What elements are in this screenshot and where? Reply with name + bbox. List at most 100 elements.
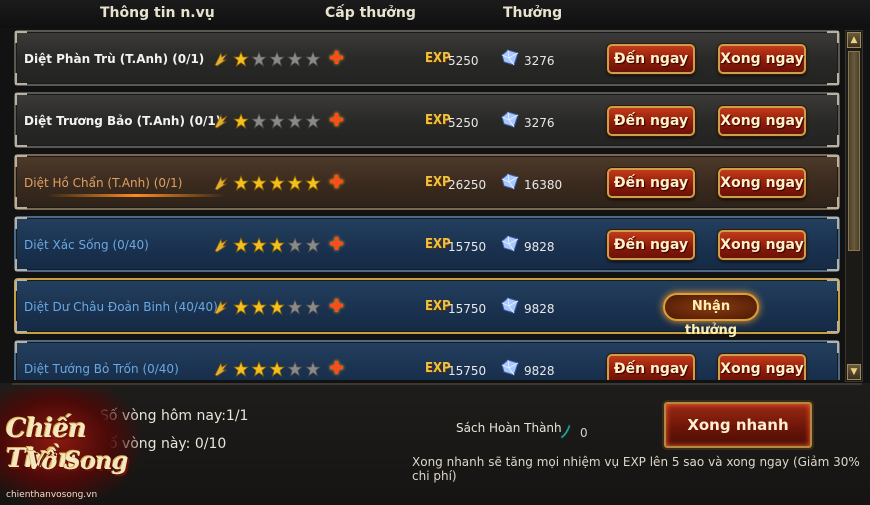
gray-star-icon	[251, 113, 267, 129]
crystal-icon	[501, 235, 519, 252]
wing-icon	[214, 361, 228, 377]
quick-finish-button[interactable]: Xong nhanh	[664, 402, 812, 448]
crystal-icon	[501, 49, 519, 66]
quest-list: Diệt Phàn Trù (T.Anh) (0/1) ✚ EXP 5250 3…	[12, 28, 844, 380]
crystal-icon	[501, 297, 519, 314]
exp-value: 15750	[448, 302, 487, 316]
quest-row: Diệt Trương Bảo (T.Anh) (0/1) ✚ EXP 5250…	[14, 92, 840, 148]
scroll-down-icon[interactable]: ▼	[847, 364, 861, 380]
quest-name: Diệt Hồ Chẩn (T.Anh) (0/1)	[24, 176, 183, 190]
gold-star-icon	[251, 175, 267, 191]
claim-reward-button[interactable]: Nhận thưởng	[663, 293, 759, 338]
header-reward-level: Cấp thưởng	[325, 5, 416, 21]
exp-value: 26250	[448, 178, 487, 192]
exp-value: 5250	[448, 54, 479, 68]
gold-star-icon	[251, 361, 267, 377]
wing-icon	[214, 299, 228, 315]
crystal-icon	[501, 111, 519, 128]
finish-now-button[interactable]: Xong ngay	[718, 230, 806, 260]
gold-star-icon	[233, 51, 249, 67]
table-header: Thông tin n.vụ Cấp thưởng Thưởng	[0, 0, 870, 28]
scroll-thumb[interactable]	[848, 51, 860, 251]
star-rating	[233, 361, 321, 377]
gold-star-icon	[233, 175, 249, 191]
finish-now-button[interactable]: Xong ngay	[718, 168, 806, 198]
gold-star-icon	[251, 237, 267, 253]
quest-row: Diệt Tướng Bỏ Trốn (0/40) ✚ EXP 15750 98…	[14, 340, 840, 380]
finish-now-button[interactable]: Xong ngay	[718, 354, 806, 380]
quest-name: Diệt Xác Sống (0/40)	[24, 238, 149, 252]
wing-icon	[214, 51, 228, 67]
logo-line2: Vô Song	[26, 446, 128, 475]
finish-now-button[interactable]: Xong ngay	[718, 44, 806, 74]
wing-icon	[214, 237, 228, 253]
quest-row: Diệt Xác Sống (0/40) ✚ EXP 15750 9828 Đế…	[14, 216, 840, 272]
quick-finish-note: Xong nhanh sẽ tăng mọi nhiệm vụ EXP lên …	[412, 455, 860, 483]
game-logo: Chiến Thần Vô Song chienthanvosong.vn	[0, 388, 140, 505]
gem-value: 3276	[524, 116, 555, 130]
plus-icon[interactable]: ✚	[329, 360, 344, 378]
book-count: 0	[580, 426, 588, 440]
exp-value: 15750	[448, 364, 487, 378]
crystal-icon	[501, 173, 519, 190]
gold-star-icon	[305, 175, 321, 191]
exp-label: EXP	[425, 299, 451, 314]
wing-icon	[214, 113, 228, 129]
plus-icon[interactable]: ✚	[329, 298, 344, 316]
gray-star-icon	[251, 51, 267, 67]
exp-label: EXP	[425, 51, 451, 66]
finish-now-button[interactable]: Xong ngay	[718, 106, 806, 136]
gray-star-icon	[305, 361, 321, 377]
plus-icon[interactable]: ✚	[329, 174, 344, 192]
go-now-button[interactable]: Đến ngay	[607, 44, 695, 74]
plus-icon[interactable]: ✚	[329, 112, 344, 130]
gray-star-icon	[287, 237, 303, 253]
gem-value: 16380	[524, 178, 563, 192]
scroll-up-icon[interactable]: ▲	[847, 32, 861, 48]
scrollbar[interactable]: ▲ ▼	[845, 30, 863, 382]
plus-icon[interactable]: ✚	[329, 50, 344, 68]
crystal-icon	[501, 359, 519, 376]
exp-value: 5250	[448, 116, 479, 130]
gold-star-icon	[233, 113, 249, 129]
gold-star-icon	[269, 175, 285, 191]
gold-star-icon	[233, 237, 249, 253]
header-quest-info: Thông tin n.vụ	[100, 5, 215, 21]
go-now-button[interactable]: Đến ngay	[607, 106, 695, 136]
gold-star-icon	[269, 237, 285, 253]
gem-value: 9828	[524, 302, 555, 316]
go-now-button[interactable]: Đến ngay	[607, 168, 695, 198]
star-rating	[233, 237, 321, 253]
quest-row-selected: Diệt Dư Châu Đoản Binh (40/40) ✚ EXP 157…	[14, 278, 840, 338]
logo-url: chienthanvosong.vn	[6, 490, 98, 500]
gem-value: 3276	[524, 54, 555, 68]
wing-icon	[214, 175, 228, 191]
gray-star-icon	[305, 113, 321, 129]
star-rating	[233, 175, 321, 191]
gray-star-icon	[305, 51, 321, 67]
star-rating	[233, 299, 321, 315]
plus-icon[interactable]: ✚	[329, 236, 344, 254]
gold-star-icon	[233, 299, 249, 315]
gem-value: 9828	[524, 240, 555, 254]
quest-row: Diệt Phàn Trù (T.Anh) (0/1) ✚ EXP 5250 3…	[14, 30, 840, 86]
go-now-button[interactable]: Đến ngay	[607, 354, 695, 380]
gold-star-icon	[251, 299, 267, 315]
exp-label: EXP	[425, 361, 451, 376]
exp-label: EXP	[425, 237, 451, 252]
exp-label: EXP	[425, 175, 451, 190]
quest-row: Diệt Hồ Chẩn (T.Anh) (0/1) ✚ EXP 26250 1…	[14, 154, 840, 210]
quest-name: Diệt Tướng Bỏ Trốn (0/40)	[24, 362, 179, 376]
exp-value: 15750	[448, 240, 487, 254]
go-now-button[interactable]: Đến ngay	[607, 230, 695, 260]
glow-line	[46, 194, 226, 197]
gray-star-icon	[287, 299, 303, 315]
star-rating	[233, 113, 321, 129]
book-icon	[560, 424, 571, 439]
gold-star-icon	[269, 299, 285, 315]
exp-label: EXP	[425, 113, 451, 128]
quest-name: Diệt Dư Châu Đoản Binh (40/40)	[24, 300, 218, 314]
gold-star-icon	[287, 175, 303, 191]
gold-star-icon	[233, 361, 249, 377]
gem-value: 9828	[524, 364, 555, 378]
